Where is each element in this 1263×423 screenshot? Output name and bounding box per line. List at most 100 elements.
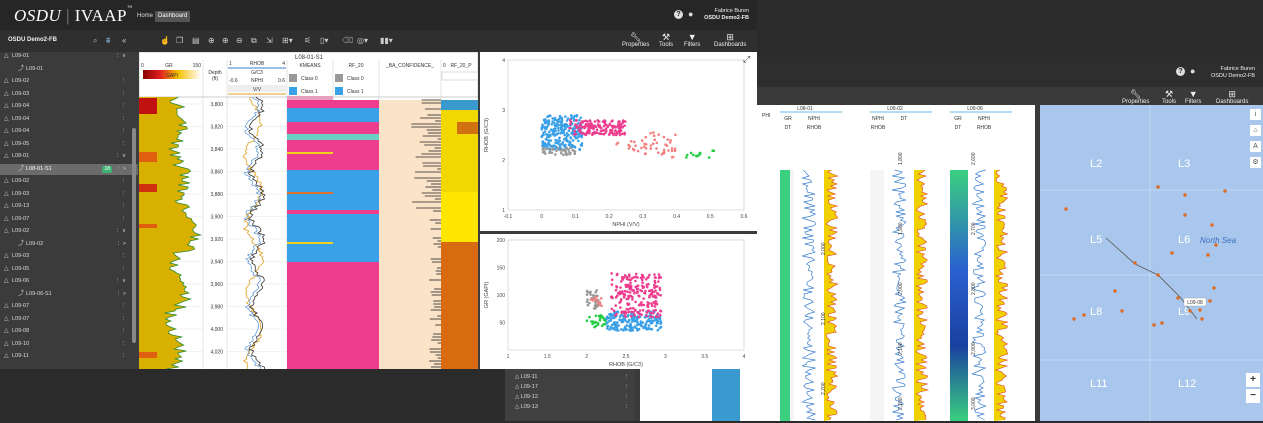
item-menu-icon[interactable]: ⋮: [121, 214, 127, 226]
well-marker[interactable]: [1170, 251, 1174, 255]
dashboards-button[interactable]: ⊞ Dashboards: [714, 33, 746, 49]
well-marker[interactable]: [1198, 308, 1202, 312]
zoom-in-button[interactable]: +: [1246, 373, 1260, 387]
properties-button[interactable]: 🔧︎ Properties: [622, 33, 649, 49]
well-marker[interactable]: [1082, 313, 1086, 317]
well-marker[interactable]: [1200, 317, 1204, 321]
back-sidebar-item[interactable]: △ L09-12 ⋮: [505, 392, 635, 402]
sidebar-scrollbar[interactable]: [132, 128, 136, 343]
sidebar-item[interactable]: △ L09-02 ⋮ ∨: [0, 226, 138, 238]
well-marker[interactable]: [1156, 185, 1160, 189]
well-marker[interactable]: [1223, 189, 1227, 193]
map-canvas[interactable]: L2 L3L5 L6L8 L9L11 L12North SeaL09-08: [1040, 105, 1263, 421]
sidebar-item[interactable]: △ L09-03 ⋮: [0, 251, 138, 263]
well-marker[interactable]: [1160, 321, 1164, 325]
search-icon[interactable]: ⌕: [93, 36, 97, 46]
well-marker[interactable]: [1120, 309, 1124, 313]
item-menu-icon[interactable]: ⋮: [624, 382, 630, 392]
item-menu-icon[interactable]: ⋮: [121, 176, 127, 188]
user-info[interactable]: Fabrice Buren OSDU Demo2-FB: [692, 8, 749, 22]
filter-tree-icon[interactable]: ⩩: [106, 36, 110, 46]
zoom-in-icon[interactable]: ⊕: [222, 36, 229, 45]
back-tools-button[interactable]: ⚒︎ Tools: [1162, 90, 1176, 106]
crossplot-canvas[interactable]: 1 1.5 2 2.5 3 3.5 4 50 100 150 200 RHOB (G/C3) GR (G…: [480, 234, 757, 369]
nav-home[interactable]: Home: [134, 11, 156, 22]
item-menu-icon[interactable]: ⋮ ∨: [115, 151, 126, 163]
item-menu-icon[interactable]: ⋮: [624, 392, 630, 402]
item-menu-icon[interactable]: ⋮: [121, 351, 127, 363]
crossplot-canvas[interactable]: -0.1 0 0.1 0.2 0.3 0.4 0.5 0.6 1 2 3 4 NPHI (V/V) RHO…: [480, 52, 757, 231]
sidebar-item[interactable]: △ L09-04 ⋮: [0, 126, 138, 138]
item-menu-icon[interactable]: ⋮: [121, 101, 127, 113]
item-menu-icon[interactable]: ⋮: [121, 314, 127, 326]
back-properties-button[interactable]: 🔧︎ Properties: [1122, 90, 1149, 106]
zoom-out-button[interactable]: −: [1246, 389, 1260, 403]
back-user-info[interactable]: Fabrice Buren OSDU Demo2-FB: [1195, 66, 1255, 80]
item-menu-icon[interactable]: ⋮ >: [116, 289, 126, 301]
item-menu-icon[interactable]: ⋮: [121, 114, 127, 126]
chart-menu-icon[interactable]: ▮▮▾: [380, 36, 393, 45]
back-dashboards-button[interactable]: ⊞ Dashboards: [1216, 90, 1248, 106]
well-marker[interactable]: [1183, 213, 1187, 217]
crossplot-nphi-rhob[interactable]: -0.1 0 0.1 0.2 0.3 0.4 0.5 0.6 1 2 3 4 NPHI (V/V) RHO…: [480, 52, 757, 231]
help-icon[interactable]: ?: [1176, 67, 1185, 76]
pointer-icon[interactable]: ☝: [160, 36, 170, 45]
sidebar-item[interactable]: △ L09-11 ⋮: [0, 351, 138, 363]
well-marker[interactable]: [1176, 296, 1180, 300]
item-menu-icon[interactable]: ⋮: [121, 189, 127, 201]
item-menu-icon[interactable]: ⋮: [121, 76, 127, 88]
item-menu-icon[interactable]: ⋮: [121, 301, 127, 313]
item-menu-icon[interactable]: ⋮: [121, 126, 127, 138]
sidebar-item[interactable]: △ L09-05 ⋮: [0, 139, 138, 151]
sidebar-item[interactable]: △ L09-06 ⋮ ∨: [0, 276, 138, 288]
document-icon[interactable]: ▯▾: [320, 36, 328, 45]
view-menu-icon[interactable]: ◎▾: [357, 36, 368, 45]
track-menu-icon[interactable]: ⊞▾: [282, 36, 293, 45]
nav-dashboard[interactable]: Dashboard: [155, 11, 191, 22]
sidebar-item[interactable]: △ L09-07 ⋮: [0, 301, 138, 313]
map-layers-button[interactable]: A: [1250, 141, 1261, 152]
item-menu-icon[interactable]: ⋮ >: [116, 164, 126, 176]
item-menu-icon[interactable]: ⋮ >: [116, 239, 126, 251]
sidebar-item[interactable]: ⤴ L09-01: [0, 64, 138, 76]
item-menu-icon[interactable]: ⋮ ∨: [115, 276, 126, 288]
sidebar-item[interactable]: △ L09-02 ⋮: [0, 176, 138, 188]
filters-button[interactable]: ▼ Filters: [684, 33, 700, 49]
trash-icon[interactable]: ⌫: [342, 36, 353, 45]
well-marker[interactable]: [1212, 286, 1216, 290]
sidebar-item[interactable]: △ L09-10 ⋮: [0, 339, 138, 351]
well-marker[interactable]: [1210, 223, 1214, 227]
map-settings-button[interactable]: ⚙: [1250, 157, 1261, 168]
sidebar-item[interactable]: △ L09-02 ⋮: [0, 76, 138, 88]
log-canvas[interactable]: L08-01-S10 GR 150GAPI Depth(ft)1 RHOB 4G/C3-0…: [139, 52, 478, 369]
map-home-button[interactable]: ⌂: [1250, 125, 1261, 136]
zoom-fit-icon[interactable]: ⊕: [208, 36, 215, 45]
map-info-button[interactable]: i: [1250, 109, 1261, 120]
app-logo[interactable]: OSDU | IVAAP™: [14, 6, 132, 26]
crossplot-rhob-gr[interactable]: 1 1.5 2 2.5 3 3.5 4 50 100 150 200 RHOB (G/C3) GR (G…: [480, 234, 757, 369]
sidebar-item[interactable]: △ L09-08 ⋮: [0, 326, 138, 338]
zoom-box-icon[interactable]: ⧉: [251, 36, 257, 46]
expand-icon[interactable]: ⤢: [743, 54, 750, 65]
sidebar-item[interactable]: △ L09-07 ⋮: [0, 214, 138, 226]
item-menu-icon[interactable]: ⋮: [121, 201, 127, 213]
sidebar-item[interactable]: △ L09-13 ⋮: [0, 201, 138, 213]
item-menu-icon[interactable]: ⋮: [121, 89, 127, 101]
layout-icon[interactable]: ▤: [192, 36, 200, 45]
well-marker[interactable]: [1206, 253, 1210, 257]
back-filters-button[interactable]: ▼ Filters: [1185, 90, 1201, 106]
well-marker[interactable]: [1152, 323, 1156, 327]
item-menu-icon[interactable]: ⋮: [121, 139, 127, 151]
item-menu-icon[interactable]: ⋮: [121, 326, 127, 338]
sidebar-item[interactable]: ⤴ L08-01-S1 18 ⋮ >: [0, 163, 138, 176]
help-icon[interactable]: ?: [674, 10, 683, 19]
sidebar-item[interactable]: △ L08-01 ⋮ ∨: [0, 151, 138, 163]
zoom-out-icon[interactable]: ⊖: [236, 36, 243, 45]
sidebar-item[interactable]: △ L09-04 ⋮: [0, 101, 138, 113]
sidebar-item[interactable]: △ L09-05 ⋮: [0, 264, 138, 276]
collapse-icon[interactable]: «: [122, 36, 126, 45]
sidebar-item[interactable]: △ L09-03 ⋮: [0, 189, 138, 201]
back-map-view[interactable]: L2 L3 L5 L6 L8 L9 L11 L12 North Sea L09-08 i ⌂ A …: [1040, 105, 1263, 421]
sidebar-item[interactable]: △ L09-07 ⋮: [0, 314, 138, 326]
well-marker[interactable]: [1133, 261, 1137, 265]
